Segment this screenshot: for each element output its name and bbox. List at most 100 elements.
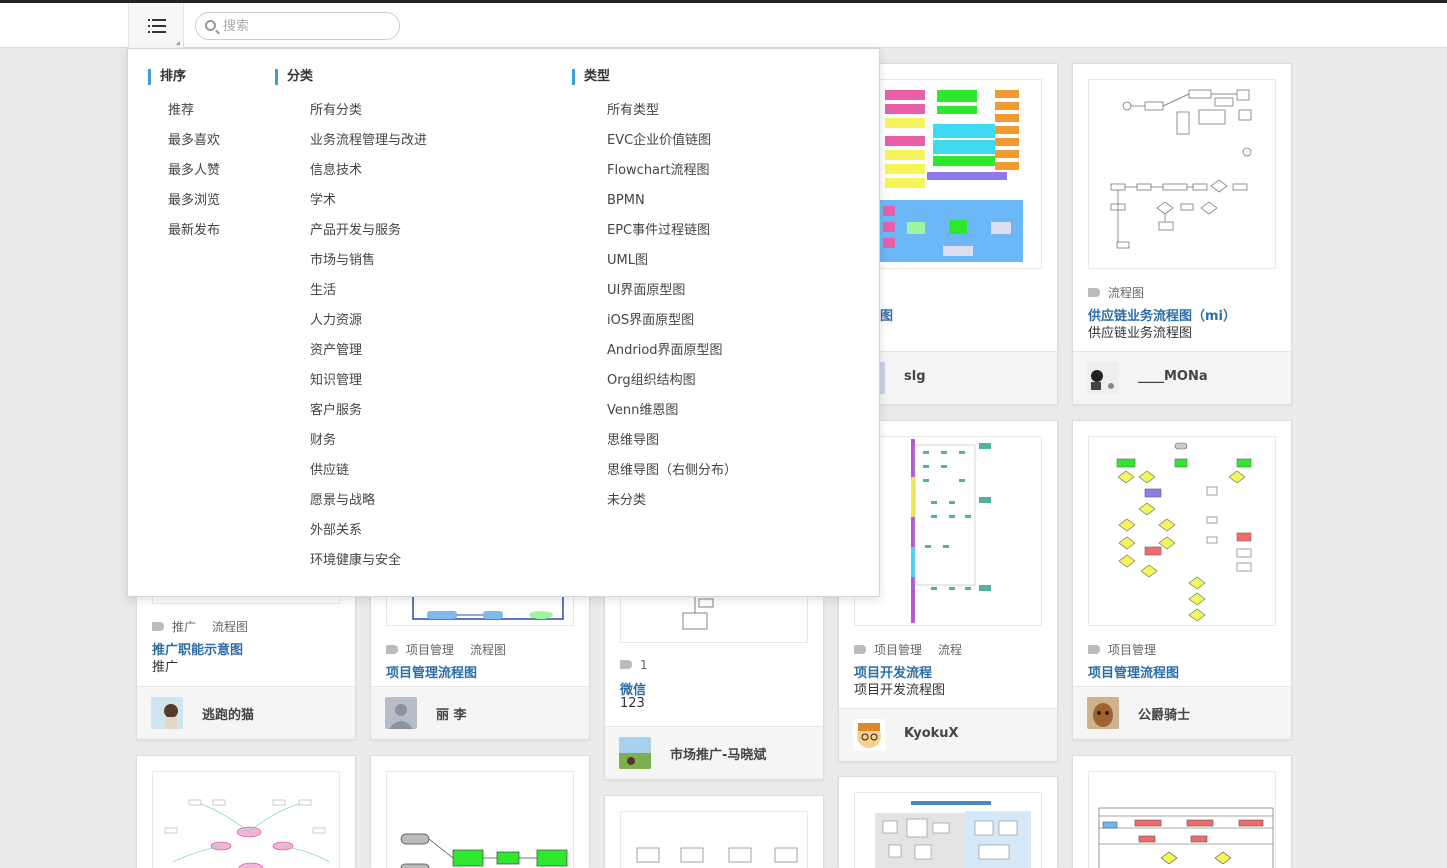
diagram-thumbnail[interactable] xyxy=(152,771,340,868)
diagram-card[interactable] xyxy=(604,795,824,868)
category-item[interactable]: 人力资源 xyxy=(310,311,427,341)
sort-item-recommended[interactable]: 推荐 xyxy=(168,101,220,131)
type-item[interactable]: 所有类型 xyxy=(607,101,737,131)
category-heading: 分类 xyxy=(275,69,313,85)
type-item[interactable]: Andriod界面原型图 xyxy=(607,341,737,371)
type-item[interactable]: UML图 xyxy=(607,251,737,281)
type-heading: 类型 xyxy=(572,69,610,85)
category-item[interactable]: 产品开发与服务 xyxy=(310,221,427,251)
sort-item-most-praised[interactable]: 最多人赞 xyxy=(168,161,220,191)
category-item[interactable]: 环境健康与安全 xyxy=(310,551,427,581)
category-item[interactable]: 学术 xyxy=(310,191,427,221)
author-name[interactable]: 逃跑的猫 xyxy=(202,704,254,723)
card-tags: 项目管理 流程 xyxy=(854,641,978,658)
category-item[interactable]: 知识管理 xyxy=(310,371,427,401)
category-item[interactable]: 信息技术 xyxy=(310,161,427,191)
card-footer: 公爵骑士 xyxy=(1073,686,1291,739)
diagram-thumbnail[interactable] xyxy=(854,79,1042,269)
card-footer: 逃跑的猫 xyxy=(137,686,355,739)
avatar[interactable] xyxy=(1087,362,1119,394)
type-item[interactable]: 思维导图 xyxy=(607,431,737,461)
category-item[interactable]: 外部关系 xyxy=(310,521,427,551)
card-tags: 流程图 xyxy=(1088,284,1160,301)
avatar[interactable] xyxy=(853,719,885,751)
category-item[interactable]: 供应链 xyxy=(310,461,427,491)
corner-indicator-icon xyxy=(176,41,180,45)
filter-dropdown-menu: 排序 推荐 最多喜欢 最多人赞 最多浏览 最新发布 分类 所有分类 业务流程管理… xyxy=(127,48,880,597)
type-item[interactable]: EVC企业价值链图 xyxy=(607,131,737,161)
sort-heading: 排序 xyxy=(148,69,186,85)
type-item[interactable]: iOS界面原型图 xyxy=(607,311,737,341)
diagram-thumbnail[interactable] xyxy=(854,792,1042,868)
sort-item-most-viewed[interactable]: 最多浏览 xyxy=(168,191,220,221)
card-description: 供应链业务流程图 xyxy=(1088,326,1193,341)
avatar[interactable] xyxy=(1087,697,1119,729)
author-name[interactable]: slg xyxy=(904,369,926,384)
type-item[interactable]: Org组织结构图 xyxy=(607,371,737,401)
tag-icon xyxy=(1088,288,1100,297)
card-title[interactable]: 项目管理流程图 xyxy=(1088,662,1179,681)
type-list: 所有类型 EVC企业价值链图 Flowchart流程图 BPMN EPC事件过程… xyxy=(607,101,737,521)
diagram-card[interactable] xyxy=(370,755,590,868)
type-item[interactable]: 未分类 xyxy=(607,491,737,521)
card-tags: 推广 流程图 xyxy=(152,618,264,635)
card-footer: 丽 李 xyxy=(371,686,589,739)
diagram-thumbnail[interactable] xyxy=(386,771,574,868)
diagram-card[interactable] xyxy=(838,776,1058,868)
category-item[interactable]: 市场与销售 xyxy=(310,251,427,281)
diagram-thumbnail[interactable] xyxy=(854,436,1042,626)
diagram-card[interactable] xyxy=(136,755,356,868)
list-menu-icon xyxy=(148,19,166,33)
sort-item-newest[interactable]: 最新发布 xyxy=(168,221,220,251)
search-box[interactable] xyxy=(195,12,400,40)
category-list: 所有分类 业务流程管理与改进 信息技术 学术 产品开发与服务 市场与销售 生活 … xyxy=(310,101,427,581)
diagram-thumbnail[interactable] xyxy=(1088,436,1276,626)
category-item[interactable]: 所有分类 xyxy=(310,101,427,131)
top-bar xyxy=(0,3,1447,48)
avatar[interactable] xyxy=(385,697,417,729)
card-title[interactable]: 项目管理流程图 xyxy=(386,662,477,681)
category-item[interactable]: 财务 xyxy=(310,431,427,461)
author-name[interactable]: KyokuX xyxy=(904,726,959,741)
type-item[interactable]: EPC事件过程链图 xyxy=(607,221,737,251)
card-tags: 1 xyxy=(620,658,664,672)
tag-icon xyxy=(620,660,632,669)
category-item[interactable]: 业务流程管理与改进 xyxy=(310,131,427,161)
type-item[interactable]: Venn维恩图 xyxy=(607,401,737,431)
category-item[interactable]: 愿景与战略 xyxy=(310,491,427,521)
search-icon xyxy=(205,20,216,31)
avatar[interactable] xyxy=(619,737,651,769)
diagram-thumbnail[interactable] xyxy=(1088,771,1276,868)
type-item[interactable]: 思维导图（右侧分布） xyxy=(607,461,737,491)
avatar[interactable] xyxy=(151,697,183,729)
card-footer: 市场推广-马晓斌 xyxy=(605,726,823,779)
type-item[interactable]: UI界面原型图 xyxy=(607,281,737,311)
author-name[interactable]: 市场推广-马晓斌 xyxy=(670,744,766,763)
category-item[interactable]: 生活 xyxy=(310,281,427,311)
type-item[interactable]: BPMN xyxy=(607,191,737,221)
card-description: 项目开发流程图 xyxy=(854,683,946,698)
tag-icon xyxy=(152,622,164,631)
sort-list: 推荐 最多喜欢 最多人赞 最多浏览 最新发布 xyxy=(168,101,220,251)
author-name[interactable]: ____MONa xyxy=(1138,369,1208,384)
card-description: 推广 xyxy=(152,660,179,675)
sort-item-most-liked[interactable]: 最多喜欢 xyxy=(168,131,220,161)
card-tags: 项目管理 xyxy=(1088,641,1172,658)
card-footer: ____MONa xyxy=(1073,351,1291,404)
diagram-thumbnail[interactable] xyxy=(620,811,808,868)
diagram-card[interactable]: 流程图 供应链业务流程图（mi） 供应链业务流程图 ____MONa xyxy=(1072,63,1292,405)
card-description: 123 xyxy=(620,696,645,711)
category-item[interactable]: 客户服务 xyxy=(310,401,427,431)
type-item[interactable]: Flowchart流程图 xyxy=(607,161,737,191)
category-item[interactable]: 资产管理 xyxy=(310,341,427,371)
tag-icon xyxy=(386,645,398,654)
diagram-card[interactable] xyxy=(1072,755,1292,868)
search-input[interactable] xyxy=(223,16,393,36)
author-name[interactable]: 公爵骑士 xyxy=(1138,704,1190,723)
tag-icon xyxy=(1088,645,1100,654)
diagram-card[interactable]: 项目管理 项目管理流程图 公爵骑士 xyxy=(1072,420,1292,740)
author-name[interactable]: 丽 李 xyxy=(436,704,467,723)
menu-toggle-button[interactable] xyxy=(128,3,184,48)
diagram-thumbnail[interactable] xyxy=(1088,79,1276,269)
card-tags: 项目管理 流程图 xyxy=(386,641,522,658)
